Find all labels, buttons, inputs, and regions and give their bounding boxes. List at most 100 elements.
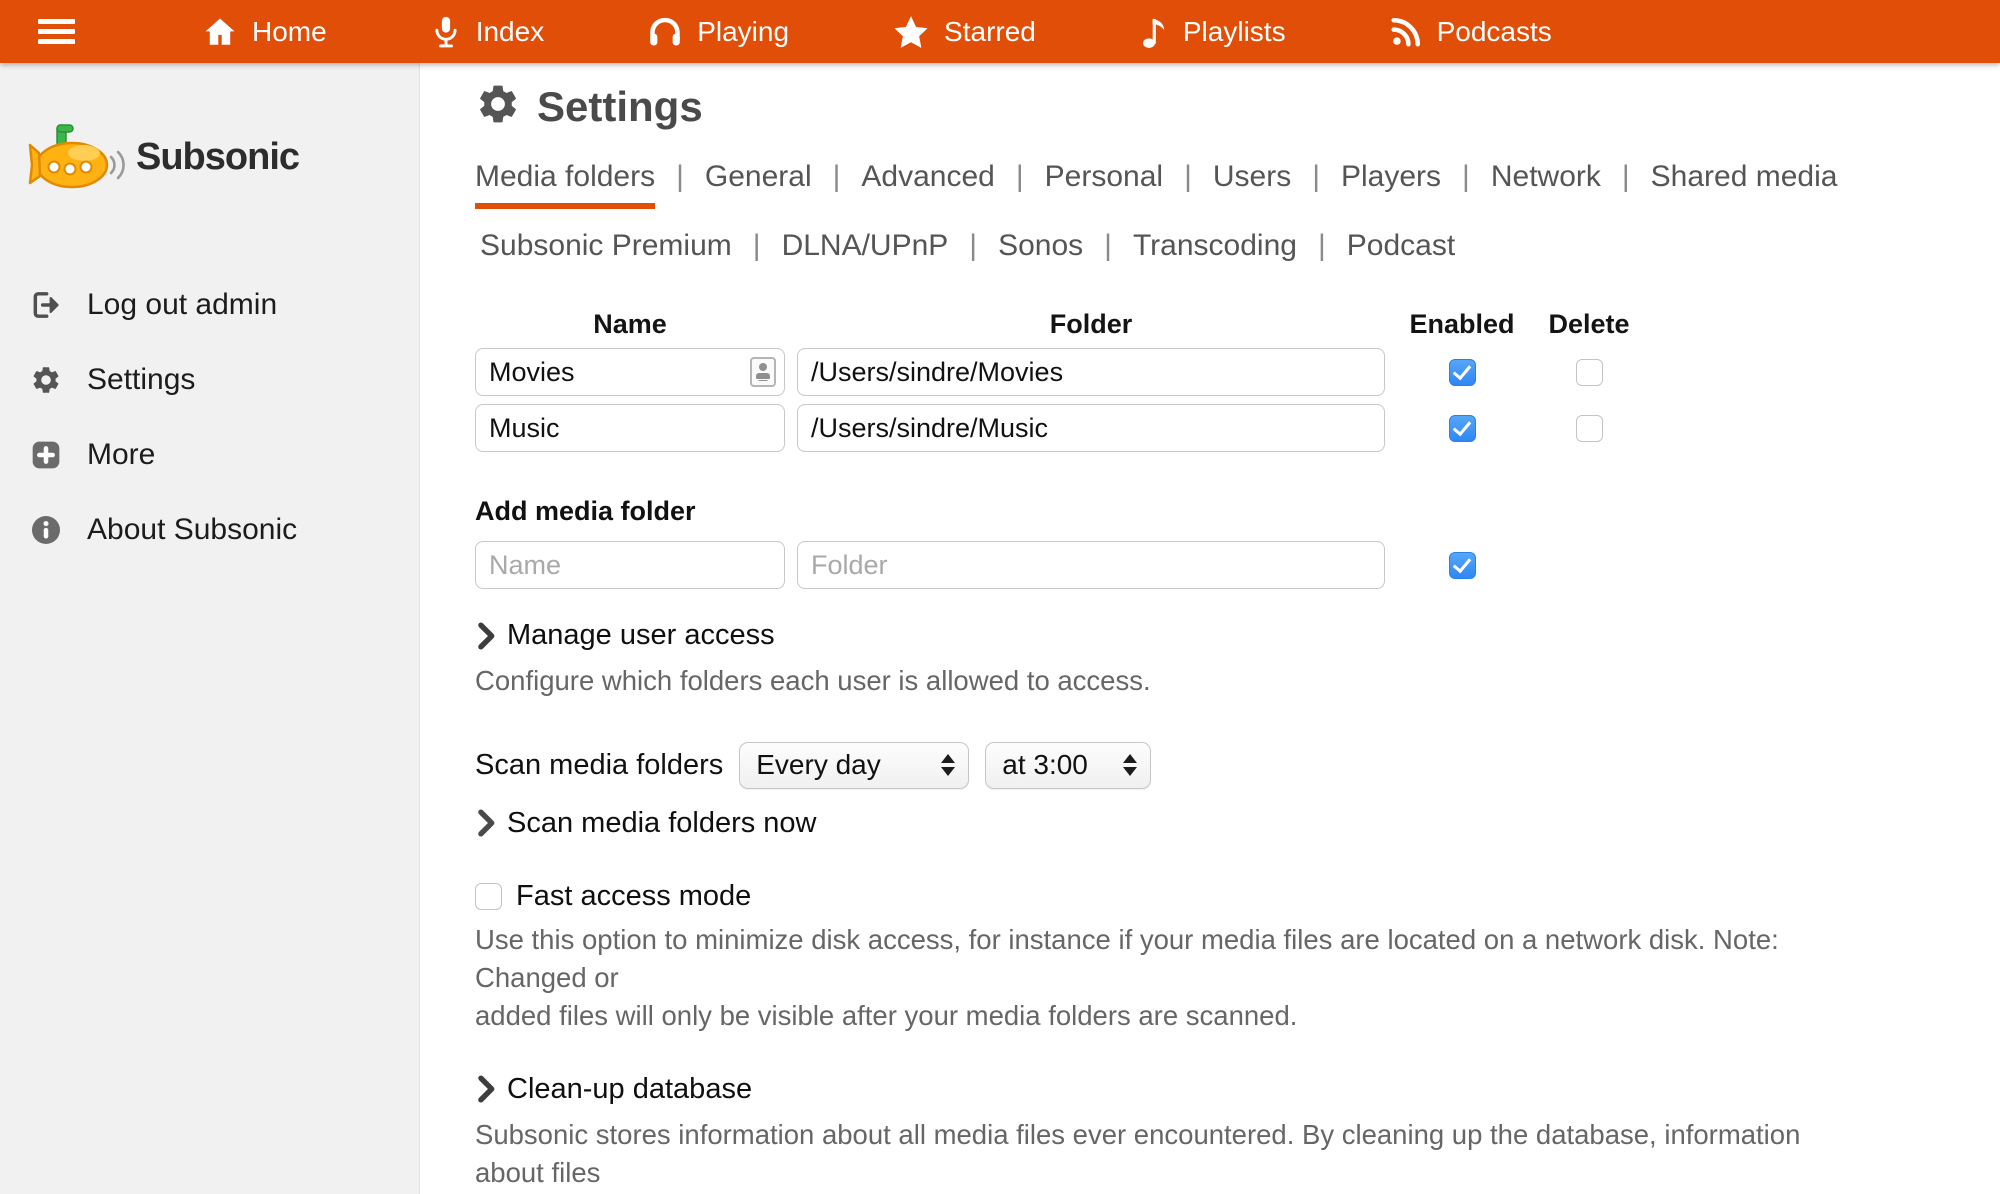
enabled-checkbox[interactable]	[1449, 552, 1476, 579]
rss-icon	[1390, 16, 1422, 48]
column-header-enabled: Enabled	[1397, 309, 1527, 340]
top-navbar: Home Index Playing St	[0, 0, 2000, 63]
folders-table-header: Name Folder Enabled Delete	[475, 309, 2000, 340]
sidebar-item-settings[interactable]: Settings	[30, 363, 419, 397]
tab-network[interactable]: Network	[1491, 160, 1601, 194]
hamburger-icon	[38, 19, 75, 24]
nav-item-playing[interactable]: Playing	[648, 16, 789, 48]
new-folder-name-input[interactable]	[475, 541, 785, 589]
sidebar-item-logout[interactable]: Log out admin	[30, 288, 419, 322]
scan-now-label: Scan media folders now	[507, 807, 817, 840]
fast-access-checkbox[interactable]	[475, 883, 502, 910]
tab-users[interactable]: Users	[1213, 160, 1291, 194]
select-stepper-icon	[941, 754, 955, 776]
tab-separator: |	[1104, 229, 1112, 263]
scan-time-select[interactable]: at 3:00	[985, 742, 1151, 789]
sidebar: Subsonic Log out admin Settings	[0, 63, 420, 1194]
tab-dlna-upnp[interactable]: DLNA/UPnP	[782, 229, 949, 263]
submarine-logo-icon	[26, 119, 126, 196]
new-folder-path-input[interactable]	[797, 541, 1385, 589]
nav-item-label: Index	[476, 16, 545, 48]
logo-wordmark: Subsonic	[136, 136, 299, 179]
tab-players[interactable]: Players	[1341, 160, 1441, 194]
nav-items: Home Index Playing St	[203, 15, 1552, 49]
add-media-folder-heading: Add media folder	[475, 496, 2000, 527]
page-title: Settings	[537, 83, 703, 131]
chevron-right-icon	[475, 1075, 497, 1103]
chevron-right-icon	[475, 622, 497, 650]
add-media-folder-row	[475, 541, 2000, 589]
folder-name-input[interactable]	[475, 348, 785, 396]
enabled-checkbox[interactable]	[1449, 415, 1476, 442]
tab-separator: |	[1622, 160, 1630, 194]
sidebar-item-label: More	[87, 438, 155, 472]
nav-item-starred[interactable]: Starred	[893, 15, 1036, 49]
tab-general[interactable]: General	[705, 160, 812, 194]
info-circle-icon	[30, 514, 62, 546]
sidebar-menu: Log out admin Settings More About Subson…	[0, 288, 419, 547]
sidebar-item-about[interactable]: About Subsonic	[30, 513, 419, 547]
gear-icon	[475, 81, 521, 132]
settings-tabs-row1: Media folders | General | Advanced | Person…	[475, 160, 2000, 209]
sidebar-item-label: About Subsonic	[87, 513, 297, 547]
manage-user-access-description: Configure which folders each user is all…	[475, 662, 1875, 700]
settings-page: Settings Media folders | General | Advance…	[420, 63, 2000, 1194]
tab-subsonic-premium[interactable]: Subsonic Premium	[480, 229, 732, 263]
select-stepper-icon	[1123, 754, 1137, 776]
tab-separator: |	[753, 229, 761, 263]
table-row	[475, 404, 2000, 452]
tab-separator: |	[1318, 229, 1326, 263]
autofill-contact-icon[interactable]	[750, 357, 776, 387]
tab-separator: |	[833, 160, 841, 194]
column-header-name: Name	[475, 309, 785, 340]
tab-personal[interactable]: Personal	[1045, 160, 1163, 194]
cleanup-database-label: Clean-up database	[507, 1073, 752, 1106]
tab-advanced[interactable]: Advanced	[861, 160, 994, 194]
sidebar-item-more[interactable]: More	[30, 438, 419, 472]
tab-transcoding[interactable]: Transcoding	[1133, 229, 1297, 263]
table-row	[475, 348, 2000, 396]
delete-checkbox[interactable]	[1576, 359, 1603, 386]
tab-separator: |	[1184, 160, 1192, 194]
nav-item-label: Playlists	[1183, 16, 1286, 48]
tab-separator: |	[676, 160, 684, 194]
nav-item-home[interactable]: Home	[203, 15, 327, 49]
star-icon	[893, 15, 929, 49]
plus-square-icon	[30, 439, 62, 471]
nav-item-index[interactable]: Index	[431, 15, 545, 49]
tab-separator: |	[1312, 160, 1320, 194]
fast-access-label: Fast access mode	[516, 880, 751, 913]
tab-shared-media[interactable]: Shared media	[1651, 160, 1838, 194]
folder-path-input[interactable]	[797, 404, 1385, 452]
nav-item-podcasts[interactable]: Podcasts	[1390, 16, 1552, 48]
scan-settings-row: Scan media folders Every day at 3:00	[475, 742, 2000, 789]
cleanup-database-link[interactable]: Clean-up database	[475, 1073, 2000, 1106]
enabled-checkbox[interactable]	[1449, 359, 1476, 386]
sidebar-item-label: Log out admin	[87, 288, 277, 322]
fast-access-description: Use this option to minimize disk access,…	[475, 921, 1875, 1035]
scan-interval-value: Every day	[756, 749, 881, 781]
scan-now-link[interactable]: Scan media folders now	[475, 807, 2000, 840]
manage-user-access-link[interactable]: Manage user access	[475, 619, 2000, 652]
menu-button[interactable]	[38, 19, 75, 44]
settings-tabs-row2: Subsonic Premium | DLNA/UPnP | Sonos | Tran…	[480, 229, 2000, 263]
sidebar-item-label: Settings	[87, 363, 195, 397]
folder-path-input[interactable]	[797, 348, 1385, 396]
cleanup-database-description: Subsonic stores information about all me…	[475, 1116, 1875, 1194]
tab-media-folders[interactable]: Media folders	[475, 160, 655, 209]
scan-interval-select[interactable]: Every day	[739, 742, 969, 789]
delete-checkbox[interactable]	[1576, 415, 1603, 442]
nav-item-label: Home	[252, 16, 327, 48]
nav-item-playlists[interactable]: Playlists	[1140, 15, 1286, 49]
home-icon	[203, 15, 237, 49]
chevron-right-icon	[475, 809, 497, 837]
headphones-icon	[648, 16, 682, 48]
folder-name-input[interactable]	[475, 404, 785, 452]
music-note-icon	[1140, 15, 1168, 49]
column-header-folder: Folder	[797, 309, 1385, 340]
scan-time-value: at 3:00	[1002, 749, 1088, 781]
tab-sonos[interactable]: Sonos	[998, 229, 1083, 263]
tab-podcast[interactable]: Podcast	[1347, 229, 1455, 263]
nav-item-label: Starred	[944, 16, 1036, 48]
subsonic-logo[interactable]: Subsonic	[26, 119, 419, 196]
